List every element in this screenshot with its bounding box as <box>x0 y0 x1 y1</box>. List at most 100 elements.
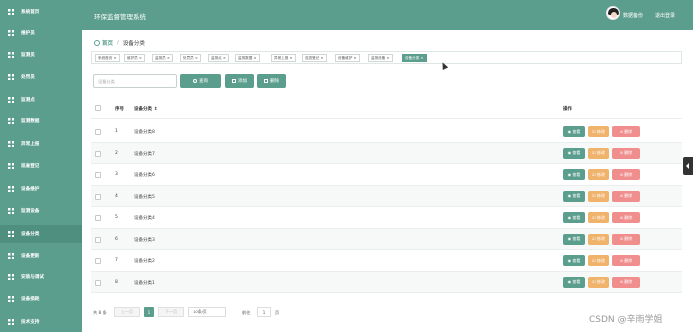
tab-tag[interactable]: 异常上报 × <box>271 54 296 62</box>
row-checkbox[interactable] <box>95 215 101 221</box>
row-checkbox[interactable] <box>95 172 101 178</box>
sidebar-item-8[interactable]: 巡查登记 <box>0 157 82 175</box>
row-checkbox[interactable] <box>95 150 101 157</box>
row-delete-button[interactable]: ⊘ 删除 <box>612 276 640 288</box>
sidebar-item-9[interactable]: 设备维护 <box>0 180 82 198</box>
table-row[interactable]: 1 设备分类8 ◉ 查看 ☑ 修改 ⊘ 删除 <box>91 121 682 143</box>
tab-tag[interactable]: 巡查登记 × <box>302 54 327 62</box>
goto-page-input[interactable]: 1 <box>257 307 271 317</box>
view-button[interactable]: ◉ 查看 <box>563 212 585 223</box>
edit-button[interactable]: ☑ 修改 <box>588 276 609 288</box>
grid-icon <box>8 74 14 80</box>
view-button[interactable]: ◉ 查看 <box>563 233 585 245</box>
row-checkbox[interactable] <box>95 129 101 135</box>
next-page-button[interactable]: 下一页 <box>158 307 184 317</box>
sidebar-item-14[interactable]: 设备损耗 <box>0 290 82 308</box>
edit-button[interactable]: ☑ 修改 <box>588 169 609 180</box>
view-button[interactable]: ◉ 查看 <box>563 276 585 288</box>
edit-button[interactable]: ☑ 修改 <box>588 255 609 266</box>
grid-icon <box>8 163 14 169</box>
view-button[interactable]: ◉ 查看 <box>563 147 585 159</box>
add-button-label: 添加 <box>238 79 247 84</box>
row-index: 5 <box>115 215 118 220</box>
view-button[interactable]: ◉ 查看 <box>563 190 585 202</box>
sidebar-item-3[interactable]: 监测员 <box>0 46 82 64</box>
edit-button[interactable]: ☑ 修改 <box>588 126 609 137</box>
sidebar-item-4[interactable]: 处罚员 <box>0 68 82 86</box>
table-row[interactable]: 7 设备分类2 ◉ 查看 ☑ 修改 ⊘ 删除 <box>91 250 682 272</box>
view-button[interactable]: ◉ 查看 <box>563 169 585 180</box>
page-suffix: 页 <box>275 310 280 315</box>
page-size-value: 10条/页 <box>193 309 207 314</box>
current-page-number[interactable]: 1 <box>144 307 154 317</box>
home-icon <box>8 9 14 15</box>
table-row[interactable]: 2 设备分类7 ◉ 查看 ☑ 修改 ⊘ 删除 <box>91 142 682 164</box>
tab-tag[interactable]: 监测设备 × <box>368 54 393 62</box>
add-button[interactable]: 添加 <box>225 74 254 88</box>
sidebar-item-1[interactable]: 系统首页 <box>0 3 82 21</box>
table-row[interactable]: 8 设备分类1 ◉ 查看 ☑ 修改 ⊘ 删除 <box>91 271 682 293</box>
sidebar-item-2[interactable]: 维护员 <box>0 24 82 42</box>
select-all-checkbox[interactable] <box>95 105 101 111</box>
table-row[interactable]: 4 设备分类5 ◉ 查看 ☑ 修改 ⊘ 删除 <box>91 185 682 207</box>
edit-button[interactable]: ☑ 修改 <box>588 233 609 245</box>
row-delete-button[interactable]: ⊘ 删除 <box>612 147 640 159</box>
tab-tag[interactable]: 监测数据 × <box>235 54 260 62</box>
search-input[interactable] <box>93 74 177 88</box>
view-button[interactable]: ◉ 查看 <box>563 255 585 266</box>
collapse-handle[interactable] <box>683 157 693 175</box>
table-row[interactable]: 3 设备分类6 ◉ 查看 ☑ 修改 ⊘ 删除 <box>91 164 682 186</box>
row-delete-button[interactable]: ⊘ 删除 <box>612 169 640 180</box>
table-row[interactable]: 6 设备分类3 ◉ 查看 ☑ 修改 ⊘ 删除 <box>91 228 682 250</box>
sidebar-item-12[interactable]: 设备更新 <box>0 247 82 265</box>
prev-page-button[interactable]: 上一页 <box>114 307 140 317</box>
sidebar-item-7[interactable]: 异常上报 <box>0 135 82 153</box>
edit-button[interactable]: ☑ 修改 <box>588 212 609 223</box>
sidebar-item-label: 系统首页 <box>21 10 40 15</box>
row-delete-button[interactable]: ⊘ 删除 <box>612 212 640 223</box>
tab-tag[interactable]: 监测员 × <box>152 54 173 62</box>
sidebar-item-6[interactable]: 监测数据 <box>0 112 82 130</box>
sidebar-item-label: 设备分类 <box>21 232 40 237</box>
sidebar-item-15[interactable]: 技术支持 <box>0 313 82 331</box>
sidebar-item-13[interactable]: 安装与调试 <box>0 268 82 286</box>
column-name[interactable]: 设备分类 ⇕ <box>134 106 157 112</box>
sidebar-item-10[interactable]: 监测设备 <box>0 202 82 220</box>
tab-tag[interactable]: 维护员 × <box>124 54 145 62</box>
tab-tag[interactable]: 设备维护 × <box>335 54 360 62</box>
row-delete-button[interactable]: ⊘ 删除 <box>612 233 640 245</box>
row-delete-button[interactable]: ⊘ 删除 <box>612 255 640 266</box>
row-checkbox[interactable] <box>95 258 101 264</box>
row-checkbox[interactable] <box>95 193 101 200</box>
app-title: 环保监督管理系统 <box>94 13 146 21</box>
grid-icon <box>8 186 14 192</box>
breadcrumb-home[interactable]: 首页 <box>102 39 113 47</box>
logout-link[interactable]: 退出登录 <box>655 12 675 19</box>
grid-icon <box>8 231 14 237</box>
search-button[interactable]: 查询 <box>180 74 221 88</box>
delete-button-label: 删除 <box>270 79 279 84</box>
sidebar-item-label: 维护员 <box>21 31 35 36</box>
view-button[interactable]: ◉ 查看 <box>563 126 585 137</box>
sidebar-item-11[interactable]: 设备分类 <box>0 225 82 243</box>
grid-icon <box>8 52 14 58</box>
sidebar-item-5[interactable]: 监测点 <box>0 91 82 109</box>
row-name: 设备分类4 <box>134 216 155 221</box>
row-checkbox[interactable] <box>95 236 101 243</box>
row-delete-button[interactable]: ⊘ 删除 <box>612 190 640 202</box>
row-index: 4 <box>115 193 118 199</box>
row-delete-button[interactable]: ⊘ 删除 <box>612 126 640 137</box>
table-row[interactable]: 5 设备分类4 ◉ 查看 ☑ 修改 ⊘ 删除 <box>91 207 682 229</box>
tab-tag[interactable]: 系统首页 × <box>95 54 120 62</box>
user-avatar[interactable] <box>606 6 620 20</box>
row-checkbox[interactable] <box>95 279 101 286</box>
page-size-select[interactable]: 10条/页 <box>188 307 226 317</box>
tab-tag[interactable]: 处罚员 × <box>180 54 201 62</box>
delete-button[interactable]: 删除 <box>257 74 286 88</box>
edit-button[interactable]: ☑ 修改 <box>588 147 609 159</box>
user-name[interactable]: 数据备份 <box>623 12 643 19</box>
edit-button[interactable]: ☑ 修改 <box>588 190 609 202</box>
row-name: 设备分类7 <box>134 151 155 157</box>
tab-tag[interactable]: 设备分类 × <box>402 54 427 62</box>
tab-tag[interactable]: 监测点 × <box>208 54 229 62</box>
